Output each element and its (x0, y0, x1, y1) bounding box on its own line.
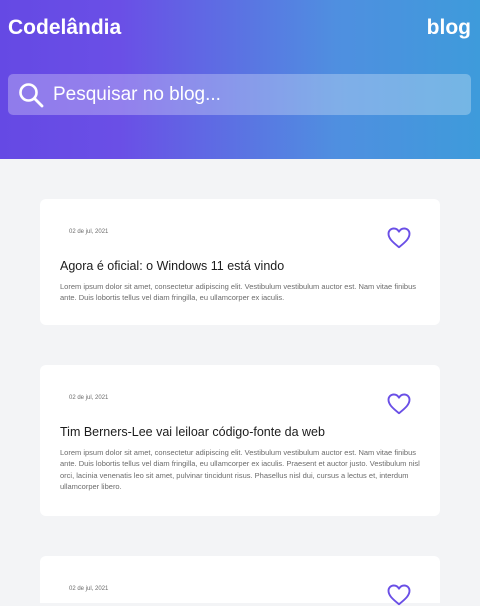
post-card[interactable]: 02 de jul, 2021 (40, 556, 440, 606)
post-title[interactable]: Agora é oficial: o Windows 11 está vindo (60, 259, 422, 273)
post-date: 02 de jul, 2021 (69, 229, 109, 235)
post-card[interactable]: 02 de jul, 2021 Tim Berners-Lee vai leil… (40, 365, 440, 516)
post-title[interactable]: Tim Berners-Lee vai leiloar código-fonte… (60, 425, 422, 439)
post-date: 02 de jul, 2021 (69, 586, 109, 592)
heart-icon[interactable] (387, 227, 411, 249)
search-bar[interactable] (8, 74, 471, 115)
post-excerpt: Lorem ipsum dolor sit amet, consectetur … (60, 448, 420, 491)
post-excerpt: Lorem ipsum dolor sit amet, consectetur … (60, 282, 416, 303)
heart-icon[interactable] (387, 393, 411, 415)
search-input[interactable] (53, 83, 433, 106)
post-card[interactable]: 02 de jul, 2021 Agora é oficial: o Windo… (40, 199, 440, 325)
nav-blog-link[interactable]: blog (427, 16, 471, 40)
brand-logo[interactable]: Codelândia (8, 16, 121, 40)
post-date: 02 de jul, 2021 (69, 395, 109, 401)
search-icon (19, 82, 44, 107)
site-header: Codelândia blog (0, 0, 480, 159)
